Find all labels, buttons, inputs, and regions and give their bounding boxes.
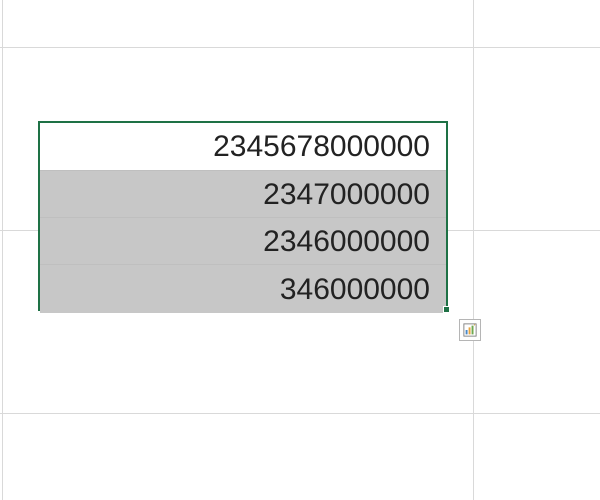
quick-analysis-icon <box>463 323 477 337</box>
cell-selection[interactable]: 2345678000000 2347000000 2346000000 3460… <box>38 121 448 311</box>
gridline <box>473 0 474 500</box>
gridline <box>0 413 600 414</box>
cell-active[interactable]: 2345678000000 <box>40 123 446 170</box>
cell-selected[interactable]: 2346000000 <box>40 217 446 264</box>
gridline <box>0 47 600 48</box>
spreadsheet-grid[interactable]: 2345678000000 2347000000 2346000000 3460… <box>0 0 600 500</box>
gridline <box>2 0 3 500</box>
cell-selected[interactable]: 346000000 <box>40 264 446 313</box>
cell-selected[interactable]: 2347000000 <box>40 170 446 217</box>
quick-analysis-button[interactable] <box>459 319 481 341</box>
fill-handle[interactable] <box>443 306 450 313</box>
